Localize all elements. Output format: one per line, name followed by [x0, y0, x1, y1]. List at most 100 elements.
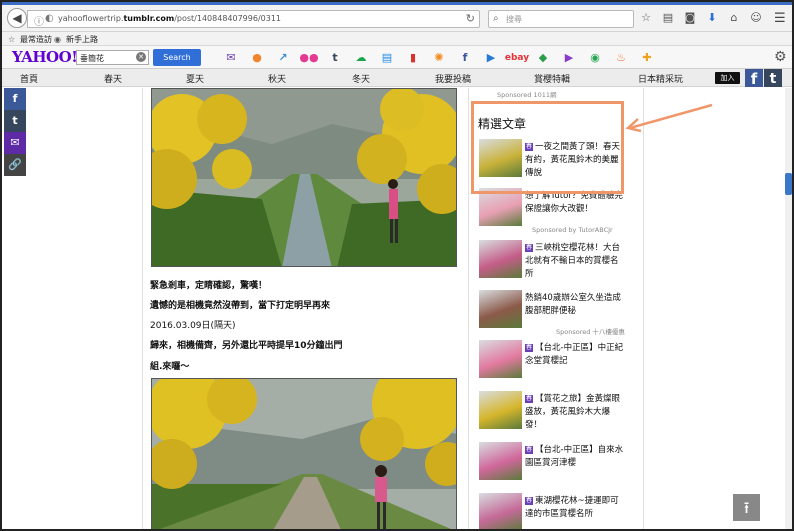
article-title[interactable]: 春【賞花之旅】金黃燦眼盛放，黃花風鈴木大爆發！	[525, 393, 625, 432]
article-thumbnail[interactable]	[479, 240, 522, 278]
bookmark-label: 新手上路	[66, 35, 98, 44]
tumblr-icon[interactable]: t	[324, 50, 346, 65]
gear-icon[interactable]: ⚙	[774, 49, 787, 65]
article-title[interactable]: 春三峽桃空櫻花林！大台北就有不輸日本的賞櫻名所	[525, 242, 625, 281]
food-icon[interactable]: ♨	[610, 50, 632, 65]
movie-icon[interactable]: ▶	[558, 50, 580, 65]
bookmarks-bar: ☆ 最常造訪 ◉ 新手上路	[2, 32, 792, 46]
page-content: f t ✉ 🔗 緊急剎車，定睛確認，驚嘆！ 遺憾的是相機竟然沒帶到，當下打定明早…	[2, 88, 792, 529]
reload-icon[interactable]: ↻	[466, 12, 475, 25]
column-divider	[142, 88, 143, 529]
yahoo-search-button[interactable]: Search	[153, 49, 201, 66]
article-title-text: 【台北-中正區】中正紀念堂賞櫻記	[525, 343, 624, 366]
share-facebook-icon[interactable]: f	[4, 88, 26, 110]
finance-icon[interactable]: ↗	[272, 50, 294, 65]
scroll-to-top-button[interactable]: ⭱	[733, 494, 760, 521]
article-title-text: 【台北-中正區】自來水園區賞河津櫻	[525, 445, 624, 468]
article-title[interactable]: 熱銷40歲辦公室久坐造成腹部肥胖便秘	[525, 292, 625, 318]
category-tag-icon: 春	[525, 244, 534, 252]
category-tag-icon: 春	[525, 497, 534, 505]
mail-icon[interactable]: ✉	[220, 50, 242, 65]
nav-submit[interactable]: 我要投稿	[435, 72, 471, 85]
video-icon[interactable]: ▶	[480, 50, 502, 65]
article-title-text: 【賞花之旅】金黃燦眼盛放，黃花風鈴木大爆發！	[525, 394, 621, 430]
post-date: 2016.03.09日(隔天)	[150, 321, 236, 331]
category-tag-icon: 春	[525, 344, 534, 352]
info-icon[interactable]: ⓘ	[34, 13, 44, 28]
nav-summer[interactable]: 夏天	[186, 72, 204, 85]
share-email-icon[interactable]: ✉	[4, 132, 26, 154]
sports-icon[interactable]: ●	[246, 50, 268, 65]
url-text[interactable]: yahooflowertrip.tumblr.com/post/14084840…	[58, 14, 281, 23]
article-thumbnail[interactable]	[479, 493, 522, 529]
flickr-icon[interactable]: ●●	[298, 50, 320, 65]
article-title-text: 熱銷40歲辦公室久坐造成腹部肥胖便秘	[525, 293, 621, 316]
sun-icon[interactable]: ✺	[428, 50, 450, 65]
add-icon[interactable]: ✚	[636, 50, 658, 65]
search-icon: ⌕	[493, 13, 499, 24]
hamburger-menu-icon[interactable]: ☰	[774, 11, 786, 26]
download-icon[interactable]: ⬇	[706, 11, 718, 25]
post-text-line: 遺憾的是相機竟然沒帶到，當下打定明早再來	[150, 301, 331, 311]
facebook-icon[interactable]: f	[745, 69, 763, 88]
clipboard-icon[interactable]: ▤	[662, 11, 674, 25]
search-placeholder: 搜尋	[506, 15, 522, 24]
column-divider	[643, 88, 644, 529]
ebay-icon[interactable]: ebay	[505, 50, 529, 65]
tumblr-icon[interactable]: t	[764, 69, 782, 87]
post-text-line: 組.來囉～	[150, 362, 190, 372]
bookmark-icon[interactable]: ▮	[402, 50, 424, 65]
url-bar[interactable]: ⓘ ◐ yahooflowertrip.tumblr.com/post/1408…	[27, 10, 480, 28]
annotation-arrow-icon	[625, 103, 713, 133]
sponsored-label: Sponsored 1011網	[497, 91, 557, 99]
article-title[interactable]: 春【台北-中正區】自來水園區賞河津櫻	[525, 444, 625, 470]
bookmark-most-visited[interactable]: ☆ 最常造訪	[8, 34, 52, 45]
article-title-text: 三峽桃空櫻花林！大台北就有不輸日本的賞櫻名所	[525, 243, 621, 279]
facebook-icon[interactable]: f	[454, 50, 476, 65]
category-tag-icon: 春	[525, 446, 534, 454]
sponsored-label: Sponsored by TutorABCJr	[532, 226, 613, 234]
home-icon[interactable]: ⌂	[728, 11, 740, 25]
category-tag-icon: 春	[525, 395, 534, 403]
sponsored-label: Sponsored 十八樓優惠	[556, 328, 625, 336]
weather-icon[interactable]: ☁	[350, 50, 372, 65]
article-thumbnail[interactable]	[479, 391, 522, 429]
firefox-icon: ◉	[54, 35, 61, 44]
nav-sakura[interactable]: 賞櫻特輯	[534, 72, 570, 85]
article-title[interactable]: 春東湖櫻花林~捷運即可達的市區賞櫻名所	[525, 495, 625, 521]
article-thumbnail[interactable]	[479, 442, 522, 480]
tag-icon[interactable]: ◆	[532, 50, 554, 65]
nav-spring[interactable]: 春天	[104, 72, 122, 85]
nav-home[interactable]: 首頁	[20, 72, 38, 85]
nav-japan[interactable]: 日本精采玩	[638, 72, 683, 85]
back-button[interactable]: ◀	[7, 8, 27, 28]
bookmark-getting-started[interactable]: ◉ 新手上路	[54, 34, 98, 45]
page-scrollbar[interactable]	[785, 88, 792, 529]
globe-icon: ◐	[45, 13, 54, 24]
post-photo-1	[151, 88, 457, 267]
pocket-icon[interactable]: ◙	[684, 11, 696, 25]
browser-navbar: ◀ ⓘ ◐ yahooflowertrip.tumblr.com/post/14…	[2, 5, 792, 32]
scrollbar-thumb[interactable]	[785, 173, 792, 195]
smiley-icon[interactable]: ☺	[750, 11, 762, 25]
star-icon[interactable]: ☆	[640, 11, 652, 25]
browser-search-bar[interactable]: ⌕ 搜尋	[488, 10, 634, 28]
news-icon[interactable]: ▤	[376, 50, 398, 65]
follow-button[interactable]: 加入	[715, 72, 740, 84]
yahoo-toolbar: YAHOO! 垂簡花 ✕ Search ✉ ● ↗ ●● t ☁ ▤ ▮ ✺ f ▶ ebay ◆ ▶ ◉ ♨…	[2, 46, 792, 69]
article-title[interactable]: 春【台北-中正區】中正紀念堂賞櫻記	[525, 342, 625, 368]
yahoo-logo[interactable]: YAHOO!	[12, 48, 78, 66]
post-text-line: 緊急剎車，定睛確認，驚嘆！	[150, 281, 268, 291]
bookmark-label: 最常造訪	[20, 35, 52, 44]
post-text-line: 歸來，相機備齊，另外還比平時提早10分鐘出門	[150, 341, 343, 351]
yahoo-search-input[interactable]: 垂簡花 ✕	[76, 50, 149, 65]
nav-winter[interactable]: 冬天	[352, 72, 370, 85]
article-thumbnail[interactable]	[479, 340, 522, 378]
games-icon[interactable]: ◉	[584, 50, 606, 65]
screenshot-frame: ◀ ⓘ ◐ yahooflowertrip.tumblr.com/post/14…	[0, 0, 794, 531]
nav-autumn[interactable]: 秋天	[268, 72, 286, 85]
article-thumbnail[interactable]	[479, 290, 522, 328]
share-tumblr-icon[interactable]: t	[4, 110, 26, 132]
share-link-icon[interactable]: 🔗	[4, 154, 26, 176]
clear-search-icon[interactable]: ✕	[136, 52, 146, 62]
